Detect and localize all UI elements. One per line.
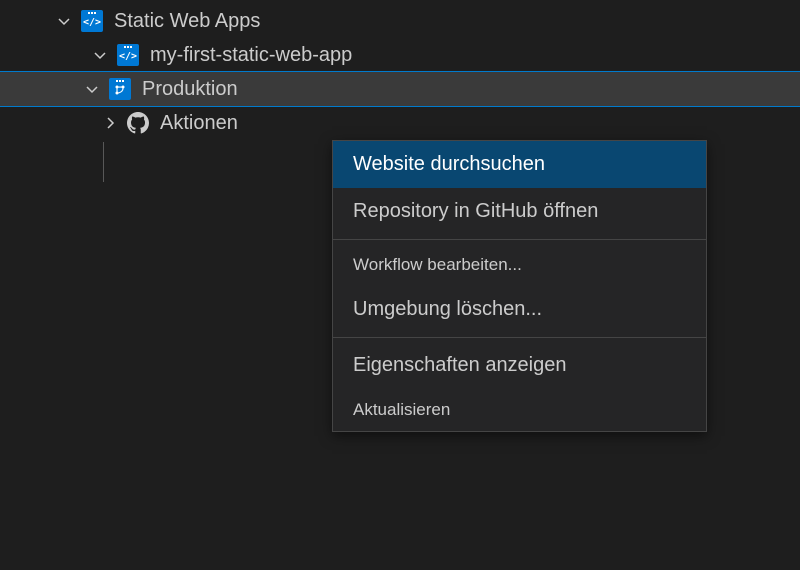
tree-view: </> Static Web Apps </> my-first-static-… <box>0 0 800 140</box>
menu-item-label: Website durchsuchen <box>353 153 545 175</box>
static-web-apps-icon: </> <box>80 9 104 33</box>
chevron-right-icon <box>100 113 120 133</box>
menu-separator <box>333 337 706 338</box>
menu-item-label: Eigenschaften anzeigen <box>353 354 567 376</box>
tree-item-label: Produktion <box>142 78 238 101</box>
tree-item-static-web-apps[interactable]: </> Static Web Apps <box>0 4 800 38</box>
menu-item-delete-environment[interactable]: Umgebung löschen... <box>333 286 706 333</box>
environment-icon <box>108 77 132 101</box>
menu-item-label: Umgebung löschen... <box>353 298 542 320</box>
menu-item-edit-workflow[interactable]: Workflow bearbeiten... <box>333 244 706 286</box>
menu-item-show-properties[interactable]: Eigenschaften anzeigen <box>333 342 706 389</box>
static-web-app-icon: </> <box>116 43 140 67</box>
tree-item-label: Aktionen <box>160 112 238 135</box>
menu-item-label: Repository in GitHub öffnen <box>353 200 598 222</box>
chevron-down-icon <box>90 45 110 65</box>
chevron-down-icon <box>82 79 102 99</box>
tree-item-label: my-first-static-web-app <box>150 44 352 67</box>
menu-item-browse-website[interactable]: Website durchsuchen <box>333 141 706 188</box>
menu-item-label: Aktualisieren <box>353 400 450 419</box>
menu-item-refresh[interactable]: Aktualisieren <box>333 389 706 431</box>
context-menu: Website durchsuchen Repository in GitHub… <box>332 140 707 432</box>
chevron-down-icon <box>54 11 74 31</box>
tree-item-app[interactable]: </> my-first-static-web-app <box>0 38 800 72</box>
menu-item-label: Workflow bearbeiten... <box>353 255 522 274</box>
tree-guide-line <box>103 142 104 182</box>
tree-item-label: Static Web Apps <box>114 10 260 33</box>
tree-item-environment[interactable]: Produktion <box>0 72 800 106</box>
github-icon <box>126 111 150 135</box>
menu-separator <box>333 239 706 240</box>
tree-item-actions[interactable]: Aktionen <box>0 106 800 140</box>
menu-item-open-github[interactable]: Repository in GitHub öffnen <box>333 188 706 235</box>
